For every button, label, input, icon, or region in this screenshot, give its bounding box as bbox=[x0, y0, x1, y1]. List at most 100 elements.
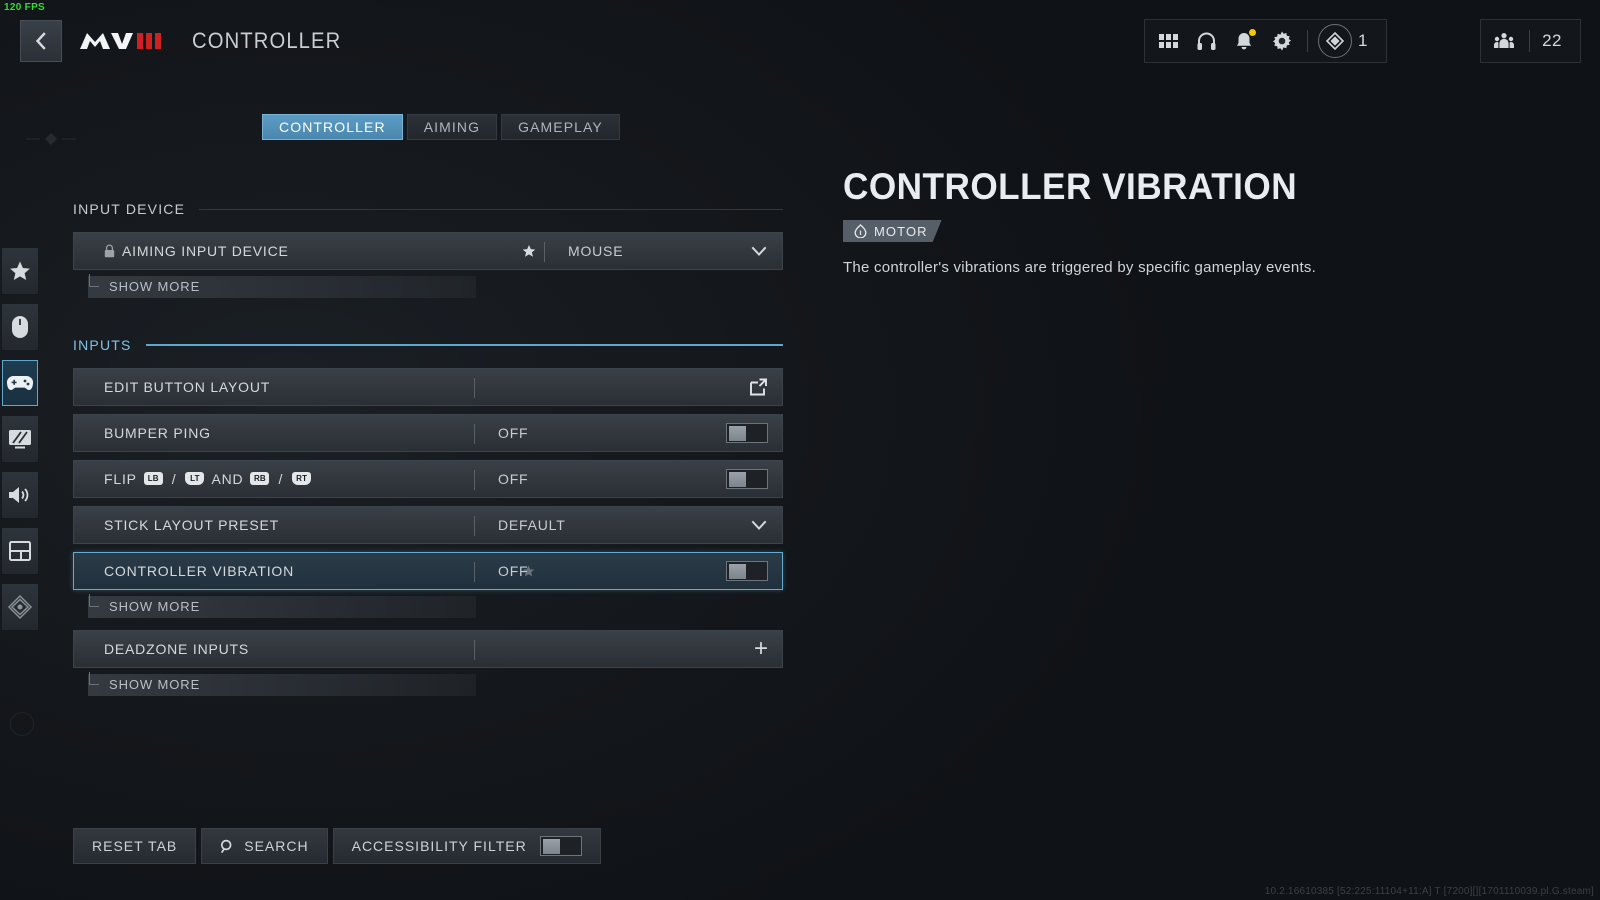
row-divider bbox=[474, 378, 475, 398]
hud-main-group: 1 bbox=[1144, 19, 1387, 63]
top-header: CONTROLLER 1 22 bbox=[0, 0, 1600, 82]
row-divider bbox=[474, 424, 475, 444]
back-button[interactable] bbox=[20, 20, 62, 62]
row-label-group: CONTROLLER VIBRATION bbox=[74, 563, 444, 579]
setting-row-aiming-input-device[interactable]: AIMING INPUT DEVICE MOUSE bbox=[73, 232, 783, 270]
toggle-controller-vibration[interactable] bbox=[726, 561, 768, 581]
setting-row-flip-bumpers-triggers[interactable]: FLIP LB / LT AND RB / RT OFF bbox=[73, 460, 783, 498]
notification-badge-dot bbox=[1249, 29, 1257, 36]
tab-bar: CONTROLLER AIMING GAMEPLAY bbox=[262, 114, 620, 140]
open-external-button[interactable] bbox=[749, 378, 768, 397]
setting-row-edit-button-layout[interactable]: EDIT BUTTON LAYOUT bbox=[73, 368, 783, 406]
setting-row-controller-vibration[interactable]: CONTROLLER VIBRATION OFF bbox=[73, 552, 783, 590]
show-more-deadzone-inputs[interactable]: SHOW MORE bbox=[73, 672, 783, 696]
toggle-switch[interactable] bbox=[726, 469, 768, 489]
dropdown-chevron[interactable] bbox=[750, 242, 768, 260]
status-badge: MOTOR bbox=[843, 220, 942, 242]
tree-elbow-icon bbox=[89, 672, 99, 685]
toggle-knob bbox=[542, 838, 560, 854]
page-title: CONTROLLER bbox=[192, 28, 342, 53]
toggle-switch[interactable] bbox=[726, 561, 768, 581]
motor-icon bbox=[854, 224, 867, 238]
tree-elbow-icon bbox=[89, 594, 99, 607]
magnifier-icon bbox=[221, 839, 232, 853]
chevron-left-icon bbox=[35, 32, 46, 50]
accessibility-filter-label: ACCESSIBILITY FILTER bbox=[351, 838, 527, 854]
hud-players-group: 22 bbox=[1480, 19, 1581, 63]
rank-emblem-icon[interactable] bbox=[1318, 24, 1353, 58]
bottom-action-bar: RESET TAB SEARCH ACCESSIBILITY FILTER bbox=[73, 828, 601, 864]
toggle-switch[interactable] bbox=[726, 423, 768, 443]
show-more-label: SHOW MORE bbox=[109, 676, 201, 692]
decorative-circle bbox=[10, 712, 34, 736]
decorative-mark bbox=[26, 133, 76, 145]
gear-settings-icon[interactable] bbox=[1263, 20, 1301, 62]
expand-deadzone-button[interactable]: + bbox=[754, 637, 768, 661]
setting-row-bumper-ping[interactable]: BUMPER PING OFF bbox=[73, 414, 783, 452]
sidebar-item-favorites[interactable] bbox=[2, 248, 38, 294]
tab-controller[interactable]: CONTROLLER bbox=[262, 114, 403, 140]
row-label-group: STICK LAYOUT PRESET bbox=[74, 517, 444, 533]
tab-gameplay[interactable]: GAMEPLAY bbox=[501, 114, 620, 140]
reset-tab-button[interactable]: RESET TAB bbox=[73, 828, 197, 864]
sidebar-item-audio[interactable] bbox=[2, 472, 38, 518]
key-badge-lb: LB bbox=[143, 471, 163, 485]
row-label-text: CONTROLLER VIBRATION bbox=[104, 563, 294, 579]
row-label-group: FLIP LB / LT AND RB / RT bbox=[74, 471, 444, 487]
tab-aiming[interactable]: AIMING bbox=[406, 114, 498, 140]
toggle-knob bbox=[729, 471, 746, 487]
row-label-group: EDIT BUTTON LAYOUT bbox=[74, 379, 444, 395]
plus-icon: + bbox=[753, 635, 768, 662]
row-label-group: AIMING INPUT DEVICE bbox=[74, 243, 444, 259]
detail-title: CONTROLLER VIBRATION bbox=[843, 166, 1298, 207]
show-more-label: SHOW MORE bbox=[109, 278, 201, 294]
game-logo-and-title: CONTROLLER bbox=[78, 26, 354, 56]
section-header-inputs: INPUTS bbox=[73, 332, 783, 358]
section-title: INPUT DEVICE bbox=[73, 201, 186, 217]
badge-label: MOTOR bbox=[874, 223, 928, 239]
section-rule bbox=[145, 344, 783, 346]
toggle-knob bbox=[729, 425, 746, 441]
row-label-text: FLIP bbox=[104, 471, 137, 487]
detail-panel: CONTROLLER VIBRATION MOTOR The controlle… bbox=[843, 168, 1463, 276]
signal-waves-icon bbox=[8, 595, 32, 619]
row-label-text: STICK LAYOUT PRESET bbox=[104, 517, 279, 533]
bell-notification-icon[interactable] bbox=[1225, 20, 1263, 62]
show-more-label: SHOW MORE bbox=[109, 598, 201, 614]
section-rule bbox=[199, 208, 783, 210]
chevron-down-icon bbox=[751, 520, 767, 530]
toggle-bumper-ping[interactable] bbox=[726, 423, 768, 443]
squad-players-icon[interactable] bbox=[1485, 20, 1523, 62]
speaker-icon bbox=[9, 487, 29, 503]
sidebar-item-controller[interactable] bbox=[2, 360, 38, 406]
sidebar-item-graphics[interactable] bbox=[2, 416, 38, 462]
grid-apps-icon[interactable] bbox=[1149, 20, 1187, 62]
left-sidebar bbox=[2, 248, 38, 640]
row-value-text: OFF bbox=[498, 425, 529, 441]
rank-value: 1 bbox=[1358, 31, 1368, 50]
dropdown-chevron-stick-layout[interactable] bbox=[750, 516, 768, 534]
search-button[interactable]: SEARCH bbox=[201, 828, 328, 864]
show-more-aiming-input-device[interactable]: SHOW MORE bbox=[73, 274, 783, 298]
favorite-star-icon[interactable] bbox=[522, 244, 536, 258]
hud-divider-players bbox=[1529, 30, 1531, 52]
row-label-text: DEADZONE INPUTS bbox=[104, 641, 250, 657]
setting-row-deadzone-inputs[interactable]: DEADZONE INPUTS + bbox=[73, 630, 783, 668]
accessibility-filter-toggle[interactable] bbox=[539, 836, 582, 856]
key-badge-lt: LT bbox=[185, 471, 205, 485]
toggle-flip-bumpers[interactable] bbox=[726, 469, 768, 489]
sidebar-item-mouse-keyboard[interactable] bbox=[2, 304, 38, 350]
accessibility-filter-button[interactable]: ACCESSIBILITY FILTER bbox=[332, 828, 601, 864]
layout-panels-icon bbox=[9, 541, 31, 561]
sidebar-item-accessibility[interactable] bbox=[2, 584, 38, 630]
lock-icon bbox=[104, 244, 115, 258]
row-label-text: AIMING INPUT DEVICE bbox=[122, 243, 289, 259]
headset-icon[interactable] bbox=[1187, 20, 1225, 62]
slash-separator-2: / bbox=[278, 471, 284, 487]
key-badge-rb: RB bbox=[250, 471, 270, 485]
setting-row-stick-layout-preset[interactable]: STICK LAYOUT PRESET DEFAULT bbox=[73, 506, 783, 544]
sidebar-item-interface[interactable] bbox=[2, 528, 38, 574]
row-divider bbox=[544, 242, 545, 262]
show-more-controller-vibration[interactable]: SHOW MORE bbox=[73, 594, 783, 618]
reset-tab-label: RESET TAB bbox=[92, 838, 178, 854]
